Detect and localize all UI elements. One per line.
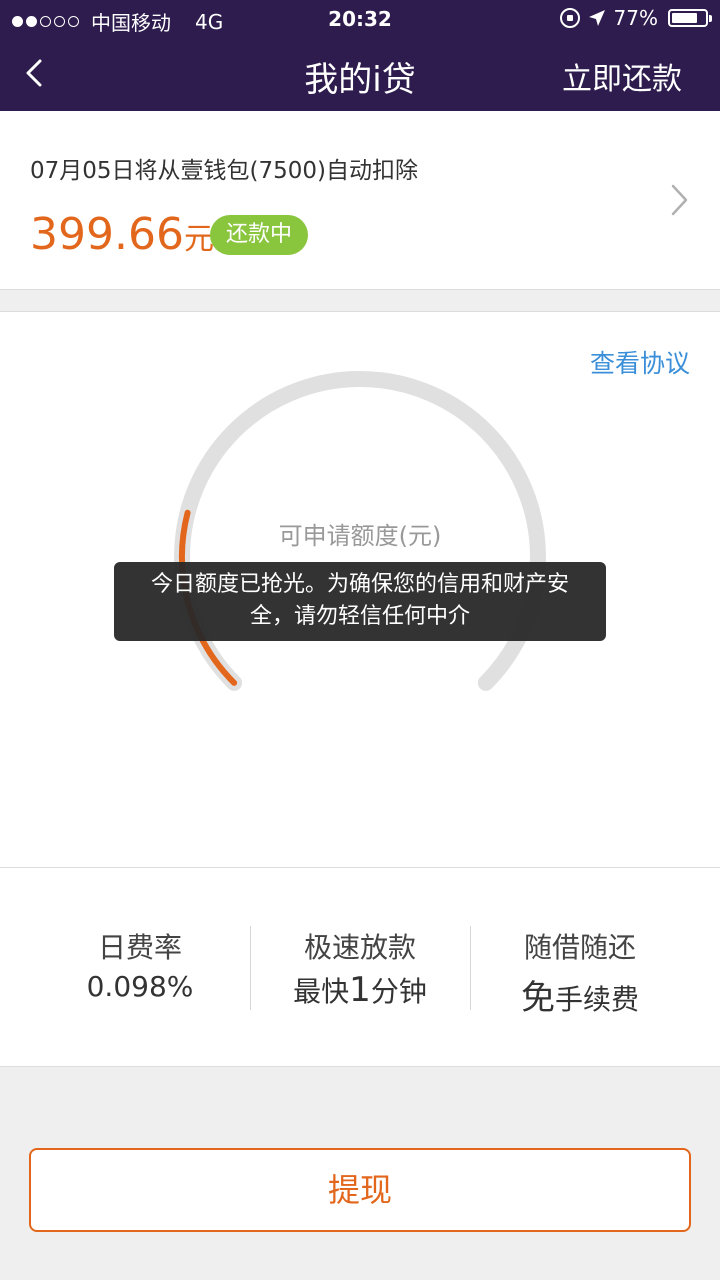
- feature-value: 免手续费: [470, 970, 690, 1019]
- status-bar: 中国移动 4G 20:32 77%: [0, 0, 720, 38]
- status-right: 77%: [559, 6, 712, 30]
- features-row: 日费率 0.098% 极速放款 最快1分钟 随借随还 免手续费: [0, 868, 720, 1067]
- value-big: 1: [349, 970, 371, 1010]
- value-pre: 最快: [293, 975, 350, 1008]
- nav-bar: 我的i贷 立即还款: [0, 38, 720, 111]
- repayment-description: 07月05日将从壹钱包(7500)自动扣除: [30, 158, 419, 184]
- credit-limit-label: 可申请额度(元): [278, 522, 442, 550]
- feature-title: 日费率: [97, 931, 182, 964]
- rotation-lock-icon: [559, 8, 580, 28]
- feature-fast-loan: 极速放款 最快1分钟: [250, 926, 470, 1010]
- value-post: 分钟: [370, 975, 427, 1008]
- battery-icon: [668, 9, 712, 27]
- toast-message: 今日额度已抢光。为确保您的信用和财产安 全，请勿轻信任何中介: [114, 562, 606, 641]
- feature-title: 极速放款: [303, 931, 416, 964]
- repay-now-button[interactable]: 立即还款: [562, 54, 682, 98]
- amount-unit: 元: [183, 222, 214, 257]
- toast-line-2: 全，请勿轻信任何中介: [249, 604, 470, 629]
- feature-title: 随借随还: [523, 931, 636, 964]
- feature-value: 最快1分钟: [250, 970, 470, 1010]
- value-post: 手续费: [554, 983, 639, 1016]
- toast-line-1: 今日额度已抢光。为确保您的信用和财产安: [150, 572, 569, 597]
- value-big: 免: [520, 978, 555, 1018]
- top-bar: 中国移动 4G 20:32 77% 我的i贷 立即还款: [0, 0, 720, 111]
- status-badge: 还款中: [210, 215, 309, 255]
- location-arrow-icon: [588, 10, 605, 26]
- repayment-amount: 399.66元: [30, 209, 214, 260]
- withdraw-button[interactable]: 提现: [29, 1148, 691, 1232]
- amount-value: 399.66: [30, 209, 184, 260]
- feature-value: 0.098%: [86, 970, 194, 1003]
- battery-percent: 77%: [613, 6, 658, 30]
- chevron-right-icon: [671, 184, 688, 216]
- repayment-card[interactable]: 07月05日将从壹钱包(7500)自动扣除 399.66元 还款中: [0, 111, 720, 290]
- feature-flexible-repay: 随借随还 免手续费: [470, 926, 690, 1019]
- credit-panel: 查看协议 可申请额度(元) 今日额度已抢光。为确保您的信用和财产安 全，请勿轻信…: [0, 311, 720, 868]
- battery-fill: [672, 13, 697, 23]
- feature-daily-rate: 日费率 0.098%: [30, 926, 250, 1003]
